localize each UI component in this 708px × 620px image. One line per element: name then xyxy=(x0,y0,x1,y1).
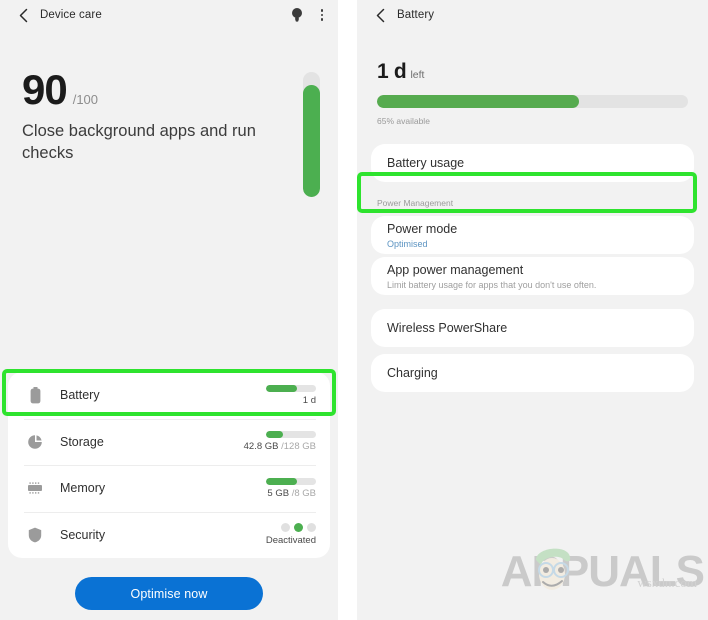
memory-value: 5 GB /8 GB xyxy=(267,487,316,499)
memory-meter-fill xyxy=(266,477,297,485)
list-item-label: Memory xyxy=(60,481,106,496)
score-line: 90 /100 xyxy=(22,66,316,113)
optimise-now-button[interactable]: Optimise now xyxy=(75,577,263,610)
list-item-label: Security xyxy=(60,527,106,542)
device-care-list: Battery 1 d Storage 42.8 GB /128 GB Memo… xyxy=(8,372,330,558)
score-denominator: /100 xyxy=(72,92,99,107)
memory-meter-group: 5 GB /8 GB xyxy=(266,477,316,499)
list-item-label: Storage xyxy=(60,434,104,449)
list-item-security[interactable]: Security Deactivated xyxy=(8,511,330,559)
battery-meter-group: 1 d xyxy=(266,384,316,406)
memory-chip-icon xyxy=(24,481,46,495)
security-dots xyxy=(281,523,316,533)
score-description: Close background apps and run checks xyxy=(22,121,256,162)
card-subtitle: Optimised xyxy=(387,238,428,249)
card-battery-usage[interactable]: Battery usage xyxy=(371,144,694,182)
chevron-left-icon[interactable] xyxy=(8,0,38,30)
card-app-power-management[interactable]: App power management Limit battery usage… xyxy=(371,257,694,295)
battery-level-fill xyxy=(377,95,580,108)
security-dot xyxy=(307,523,316,533)
storage-pie-icon xyxy=(24,434,46,450)
section-label-power-management: Power Management xyxy=(377,198,454,208)
page-title: Device care xyxy=(40,9,102,21)
card-power-mode[interactable]: Power mode Optimised xyxy=(371,216,694,254)
list-item-storage[interactable]: Storage 42.8 GB /128 GB xyxy=(8,418,330,466)
device-care-appbar: Device care xyxy=(0,0,338,30)
score-gauge-fill xyxy=(303,84,320,197)
kebab-menu-icon[interactable] xyxy=(316,7,328,23)
battery-meter-fill xyxy=(266,384,297,392)
watermark-url: wsxdn.com xyxy=(637,575,697,590)
optimise-now-wrap: Optimise now xyxy=(0,577,338,610)
battery-remaining-suffix: left xyxy=(410,69,425,81)
score-value: 90 xyxy=(22,66,68,113)
page-title: Battery xyxy=(397,9,435,21)
storage-meter xyxy=(266,431,316,439)
list-item-memory[interactable]: Memory 5 GB /8 GB xyxy=(8,465,330,512)
shield-icon xyxy=(24,527,46,543)
battery-available-text: 65% available xyxy=(377,116,430,126)
battery-icon xyxy=(24,386,46,404)
card-title: App power management xyxy=(387,262,524,277)
device-score-block: 90 /100 Close background apps and run ch… xyxy=(0,30,338,197)
battery-summary: 1 d left 65% available xyxy=(357,30,708,126)
battery-remaining-value: 1 d xyxy=(377,60,407,83)
card-title: Power mode xyxy=(387,221,458,236)
card-title: Wireless PowerShare xyxy=(387,321,508,335)
memory-meter xyxy=(266,477,316,485)
storage-meter-fill xyxy=(266,431,283,439)
lightbulb-icon[interactable] xyxy=(290,7,303,23)
storage-meter-group: 42.8 GB /128 GB xyxy=(244,431,316,452)
appuals-mascot-icon xyxy=(535,548,570,590)
chevron-left-icon[interactable] xyxy=(365,0,395,30)
battery-remaining-line: 1 d left xyxy=(377,60,688,84)
battery-level-bar xyxy=(377,95,688,108)
card-title: Charging xyxy=(387,366,438,380)
battery-appbar: Battery xyxy=(357,0,708,30)
list-item-battery[interactable]: Battery 1 d xyxy=(8,372,330,419)
appbar-actions xyxy=(290,0,328,30)
card-wireless-powershare[interactable]: Wireless PowerShare xyxy=(371,309,694,347)
security-status-group: Deactivated xyxy=(266,523,316,546)
card-title: Battery usage xyxy=(387,156,465,170)
appuals-watermark: APPUALS wsxdn.com xyxy=(501,548,705,594)
battery-panel: Battery 1 d left 65% available Battery u… xyxy=(357,0,708,620)
security-dot xyxy=(281,523,290,533)
battery-value: 1 d xyxy=(302,394,316,406)
device-care-panel: Device care 90 /100 Close background app… xyxy=(0,0,338,620)
score-gauge xyxy=(303,72,320,197)
screenshot-root: Device care 90 /100 Close background app… xyxy=(0,0,708,620)
list-item-label: Battery xyxy=(60,388,100,403)
security-value: Deactivated xyxy=(265,535,316,547)
storage-value: 42.8 GB /128 GB xyxy=(243,441,316,453)
card-subtitle: Limit battery usage for apps that you do… xyxy=(387,279,597,290)
battery-meter xyxy=(266,384,316,392)
card-charging[interactable]: Charging xyxy=(371,354,694,392)
security-dot-active xyxy=(294,523,303,533)
